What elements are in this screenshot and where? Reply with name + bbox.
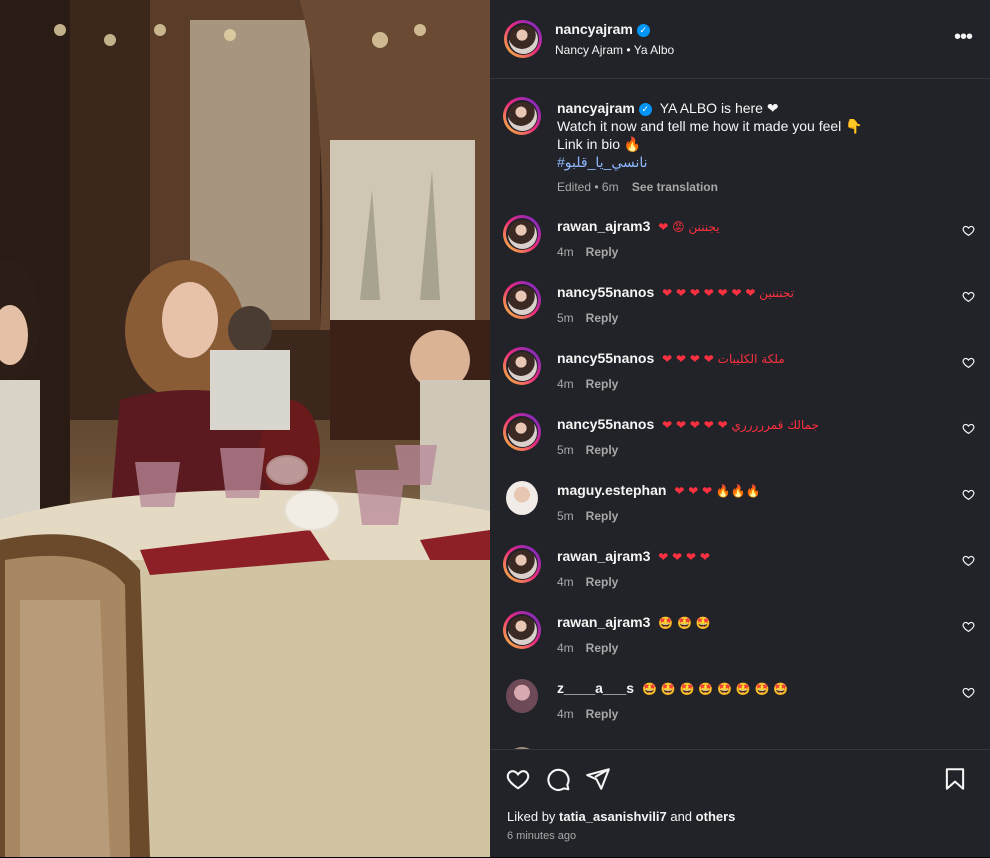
more-icon[interactable]: •••: [954, 26, 973, 49]
reply-button[interactable]: Reply: [586, 443, 619, 457]
comment-avatar[interactable]: [503, 347, 541, 385]
reply-button[interactable]: Reply: [586, 575, 619, 589]
comment-like-heart-icon[interactable]: [962, 488, 975, 501]
liked-by-others[interactable]: others: [696, 809, 736, 824]
scene-illustration: [0, 0, 490, 857]
comment-text: 🤩 🤩 🤩 🤩 🤩 🤩 🤩 🤩: [641, 682, 789, 696]
comment-text: 🤩 🤩 🤩: [658, 616, 711, 630]
caption-line-2: Watch it now and tell me how it made you…: [557, 118, 863, 134]
author-fullname[interactable]: Nancy Ajram: [555, 43, 623, 57]
comment-like-heart-icon[interactable]: [962, 290, 975, 303]
reply-button[interactable]: Reply: [586, 509, 619, 523]
caption-hashtag[interactable]: #نانسي_يا_قلبو: [557, 154, 648, 170]
comment-username[interactable]: rawan_ajram3: [557, 614, 650, 630]
comment-avatar[interactable]: [503, 479, 541, 517]
comment-text: ❤ ❤ ❤ ❤ ❤ ❤ ❤ تجنننين: [662, 286, 794, 300]
bookmark-icon[interactable]: [942, 766, 968, 792]
comment-username[interactable]: nancy55nanos: [557, 350, 654, 366]
comment-text: ❤ ❤ ❤ ❤ ❤ جمالك قمررررري: [662, 418, 819, 432]
reply-button[interactable]: Reply: [586, 311, 619, 325]
comment-time: 4m: [557, 575, 574, 589]
liked-by-user[interactable]: tatia_asanishvili7: [559, 809, 667, 824]
comment-time: 5m: [557, 311, 574, 325]
comment-like-heart-icon[interactable]: [962, 686, 975, 699]
comments-list[interactable]: nancyajram ✓ YA ALBO is here ❤ Watch it n…: [490, 79, 990, 749]
reply-button[interactable]: Reply: [586, 377, 619, 391]
comment-time: 4m: [557, 377, 574, 391]
heart-icon[interactable]: [505, 766, 531, 792]
comment-time: 4m: [557, 707, 574, 721]
comment-username[interactable]: nancy55nanos: [557, 284, 654, 300]
comment-text: ❤ ❤ ❤ ❤ ملكة الكليبات: [662, 352, 785, 366]
verified-icon: ✓: [636, 24, 650, 37]
author-avatar[interactable]: [504, 20, 542, 58]
comment-avatar[interactable]: [503, 545, 541, 583]
share-icon[interactable]: [585, 766, 611, 792]
caption-line-1: YA ALBO is here ❤: [659, 100, 779, 116]
post-media-image[interactable]: [0, 0, 490, 857]
comment-avatar[interactable]: [503, 413, 541, 451]
reply-button[interactable]: Reply: [586, 245, 619, 259]
comment-like-heart-icon[interactable]: [962, 620, 975, 633]
comment-like-heart-icon[interactable]: [962, 554, 975, 567]
author-username[interactable]: nancyajram: [555, 21, 633, 37]
comment-like-heart-icon[interactable]: [962, 224, 975, 237]
comment-username[interactable]: rawan_ajram3: [557, 218, 650, 234]
comment-time: 4m: [557, 245, 574, 259]
comment-avatar[interactable]: [503, 611, 541, 649]
post-header: nancyajram ✓ Nancy Ajram • Ya Albo •••: [490, 0, 990, 79]
comment-time: 5m: [557, 509, 574, 523]
comment-username[interactable]: rawan_ajram3: [557, 548, 650, 564]
comment-like-heart-icon[interactable]: [962, 356, 975, 369]
comment-text: ❤ ❤ ❤ 🔥🔥🔥: [674, 484, 761, 498]
caption-line-3: Link in bio 🔥: [557, 136, 642, 152]
comment-time: 5m: [557, 443, 574, 457]
comment-avatar[interactable]: [503, 281, 541, 319]
post-footer: Liked by tatia_asanishvili7 and others 6…: [490, 749, 990, 858]
comment-avatar[interactable]: [503, 215, 541, 253]
comment-username[interactable]: nancy55nanos: [557, 416, 654, 432]
post-panel: nancyajram ✓ Nancy Ajram • Ya Albo ••• na…: [490, 0, 990, 857]
post-time: 6 minutes ago: [507, 830, 577, 842]
comment-avatar[interactable]: [503, 677, 541, 715]
liked-by: Liked by tatia_asanishvili7 and others: [507, 809, 735, 824]
comment-text: ❤ 😡 يجنننن: [658, 220, 720, 234]
comment-text: ❤ ❤ ❤ ❤: [658, 550, 710, 564]
verified-icon: ✓: [638, 103, 652, 116]
reply-button[interactable]: Reply: [586, 641, 619, 655]
liked-by-and: and: [670, 809, 693, 824]
comment-icon[interactable]: [545, 766, 571, 792]
comment-username[interactable]: maguy.estephan: [557, 482, 666, 498]
comment-like-heart-icon[interactable]: [962, 422, 975, 435]
reply-button[interactable]: Reply: [586, 707, 619, 721]
comment-username[interactable]: z____a___s: [557, 680, 634, 696]
caption-avatar[interactable]: [503, 97, 541, 135]
liked-by-prefix: Liked by: [507, 809, 556, 824]
caption-edited: Edited • 6m: [557, 180, 619, 194]
comment-time: 4m: [557, 641, 574, 655]
caption-username[interactable]: nancyajram: [557, 100, 635, 116]
see-translation-button[interactable]: See translation: [632, 180, 718, 194]
audio-link[interactable]: Ya Albo: [634, 43, 674, 57]
